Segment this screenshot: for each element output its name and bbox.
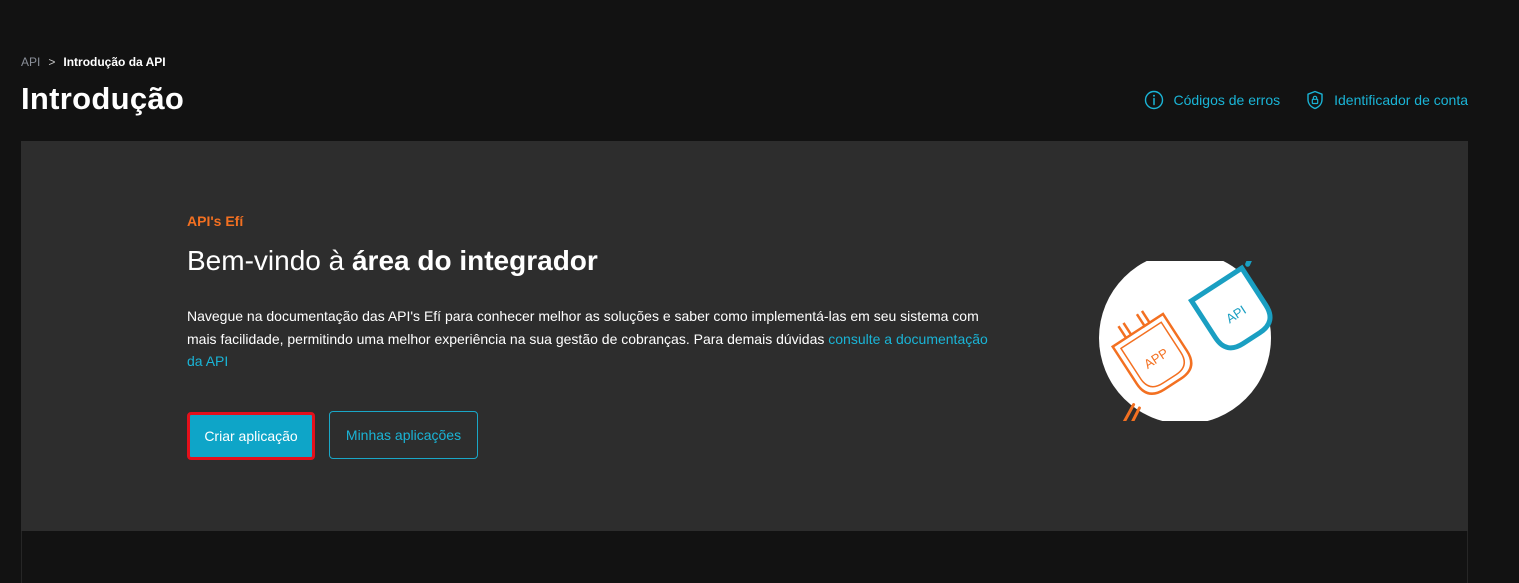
account-identifier-label: Identificador de conta xyxy=(1334,92,1468,108)
account-identifier-link[interactable]: Identificador de conta xyxy=(1306,90,1468,110)
error-codes-label: Códigos de erros xyxy=(1173,92,1281,108)
page: API > Introdução da API Introdução Códig… xyxy=(0,0,1519,583)
banner-eyebrow: API's Efí xyxy=(187,213,244,229)
info-circle-icon xyxy=(1144,90,1164,110)
error-codes-link[interactable]: Códigos de erros xyxy=(1144,90,1281,110)
top-links: Códigos de erros Identificador de conta xyxy=(1144,90,1468,110)
breadcrumb-item-api[interactable]: API xyxy=(21,55,40,69)
banner-title: Bem-vindo à área do integrador xyxy=(187,245,598,277)
banner-title-bold: área do integrador xyxy=(351,245,598,276)
page-scrollbar[interactable] xyxy=(1509,0,1519,583)
breadcrumb-item-current: Introdução da API xyxy=(63,55,166,69)
plug-connection-illustration: API APP xyxy=(1083,234,1293,435)
banner-description: Navegue na documentação das API's Efí pa… xyxy=(187,305,997,373)
breadcrumb-separator-icon: > xyxy=(48,55,56,69)
banner-title-regular: Bem-vindo à xyxy=(187,245,352,276)
welcome-banner: API's Efí Bem-vindo à área do integrador… xyxy=(21,141,1468,531)
my-applications-button[interactable]: Minhas aplicações xyxy=(329,411,478,459)
shield-lock-icon xyxy=(1306,90,1324,110)
content-area xyxy=(21,531,1468,583)
page-title: Introdução xyxy=(21,81,185,116)
breadcrumb: API > Introdução da API xyxy=(21,55,166,69)
create-application-button[interactable]: Criar aplicação xyxy=(187,412,315,460)
